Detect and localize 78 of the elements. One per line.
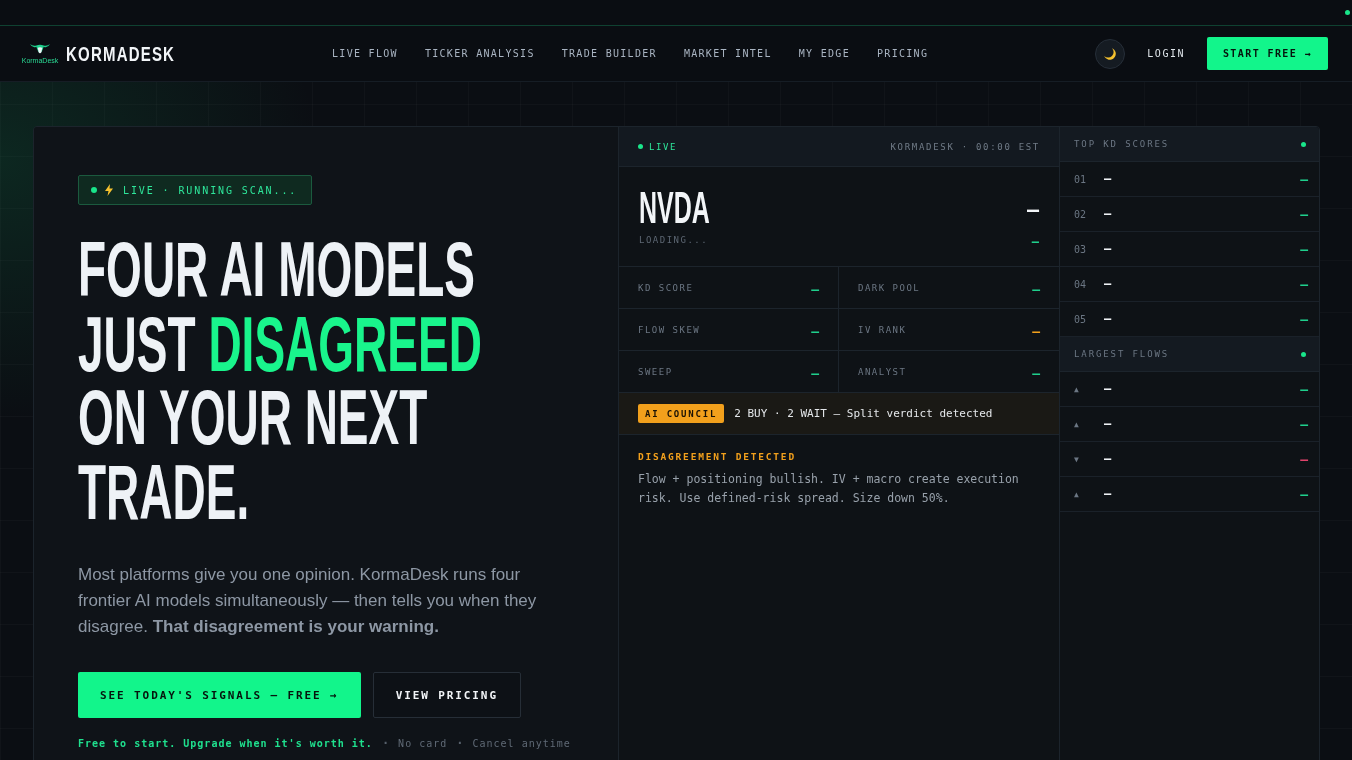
rank-number: 01 xyxy=(1074,173,1088,185)
lightning-bolt-icon xyxy=(105,184,113,196)
metric-value: — xyxy=(811,324,819,339)
metric-label: KD SCORE xyxy=(638,282,694,293)
symbol-value: — xyxy=(1104,242,1112,256)
description: Most platforms give you one opinion. KormaDesk runs four frontier AI models simultaneously — then tells you when they disagree. That disagreement is your warning. xyxy=(78,564,538,638)
flow-value: — xyxy=(1300,451,1308,467)
pricing-button[interactable]: VIEW PRICING xyxy=(372,672,521,718)
rank-number: 04 xyxy=(1074,278,1088,290)
score-value: — xyxy=(1300,276,1308,292)
metric-label: DARK POOL xyxy=(858,282,921,293)
theme-toggle-button[interactable] xyxy=(1095,38,1126,69)
metric-value: — xyxy=(811,282,819,297)
flow-value: — xyxy=(1300,416,1308,432)
symbol-value: — xyxy=(1104,487,1112,501)
alert-text: Flow + positioning bullish. IV + macro create execution risk. Use defined-risk spread. Size down 50%. xyxy=(638,471,1020,507)
status-dot-icon xyxy=(1301,141,1306,147)
trend-arrow: ▲ xyxy=(1074,489,1080,499)
symbol-value: — xyxy=(1104,417,1112,431)
score-value: — xyxy=(1300,206,1308,222)
rank-number: 02 xyxy=(1074,208,1088,220)
status-dot-icon xyxy=(91,187,97,193)
symbol-value: — xyxy=(1104,312,1112,326)
nav-link[interactable]: PRICING xyxy=(877,48,929,59)
loading-label: LOADING... xyxy=(639,234,710,246)
symbol-value: — xyxy=(1104,172,1112,186)
trend-arrow: ▼ xyxy=(1074,454,1080,464)
symbol-value: — xyxy=(1104,452,1112,466)
separator: · xyxy=(381,736,390,750)
symbol-value: — xyxy=(1104,207,1112,221)
panel-title: LARGEST FLOWS xyxy=(1074,349,1170,359)
metric-value: — xyxy=(811,366,819,381)
status-dot-icon xyxy=(638,144,643,149)
alert-title: DISAGREEMENT DETECTED xyxy=(638,451,797,462)
score-value: — xyxy=(1300,241,1308,257)
nav-link[interactable]: LIVE FLOW xyxy=(332,48,398,59)
nav-link[interactable]: MY EDGE xyxy=(798,48,850,59)
nav-link[interactable]: MARKET INTEL xyxy=(683,48,772,59)
note-text: Cancel anytime xyxy=(472,737,571,749)
metric-value: — xyxy=(1032,366,1040,381)
badge-text: LIVE · RUNNING SCAN... xyxy=(123,184,298,196)
change-value: — xyxy=(1031,235,1039,249)
metric-value: — xyxy=(1032,282,1040,297)
flow-value: — xyxy=(1300,486,1308,502)
note-text: No card xyxy=(398,737,448,749)
brand-name: KORMADESK xyxy=(66,42,176,65)
note-text: Free to start. Upgrade when it's worth it. xyxy=(78,737,373,749)
separator: · xyxy=(456,736,464,750)
nav-link[interactable]: TRADE BUILDER xyxy=(561,48,657,59)
nav-link[interactable]: TICKER ANALYSIS xyxy=(424,48,535,59)
score-value: — xyxy=(1300,311,1308,327)
trend-arrow: ▲ xyxy=(1074,384,1080,394)
start-free-button[interactable]: START FREE → xyxy=(1206,37,1328,70)
status-dot-icon xyxy=(1345,10,1350,15)
metric-label: SWEEP xyxy=(638,366,673,377)
rank-number: 05 xyxy=(1074,313,1088,325)
moon-icon xyxy=(1103,46,1118,61)
live-label: LIVE xyxy=(649,141,678,152)
trend-arrow: ▲ xyxy=(1074,419,1080,429)
ticker-symbol: NVDA xyxy=(639,185,710,230)
metric-label: ANALYST xyxy=(858,366,907,377)
status-dot-icon xyxy=(1301,351,1306,357)
metric-value: — xyxy=(1032,324,1040,339)
signals-button[interactable]: SEE TODAY'S SIGNALS — FREE → xyxy=(78,672,361,718)
rank-number: 03 xyxy=(1074,243,1088,255)
metric-label: IV RANK xyxy=(858,324,907,335)
panel-title: TOP KD SCORES xyxy=(1074,139,1170,149)
flow-value: — xyxy=(1300,381,1308,397)
score-value: — xyxy=(1300,171,1308,187)
ai-council-badge: AI COUNCIL xyxy=(638,404,725,423)
source-time: KORMADESK · 00:00 EST xyxy=(890,141,1040,152)
headline: FOUR AI MODELS JUST DISAGREED ON YOUR NEXT TRADE. xyxy=(78,233,483,529)
symbol-value: — xyxy=(1104,277,1112,291)
metric-label: FLOW SKEW xyxy=(638,324,701,335)
price-value: — xyxy=(1026,197,1039,221)
verdict-text: 2 BUY · 2 WAIT — Split verdict detected xyxy=(734,407,993,420)
symbol-value: — xyxy=(1104,382,1112,396)
login-link[interactable]: LOGIN xyxy=(1147,48,1185,59)
